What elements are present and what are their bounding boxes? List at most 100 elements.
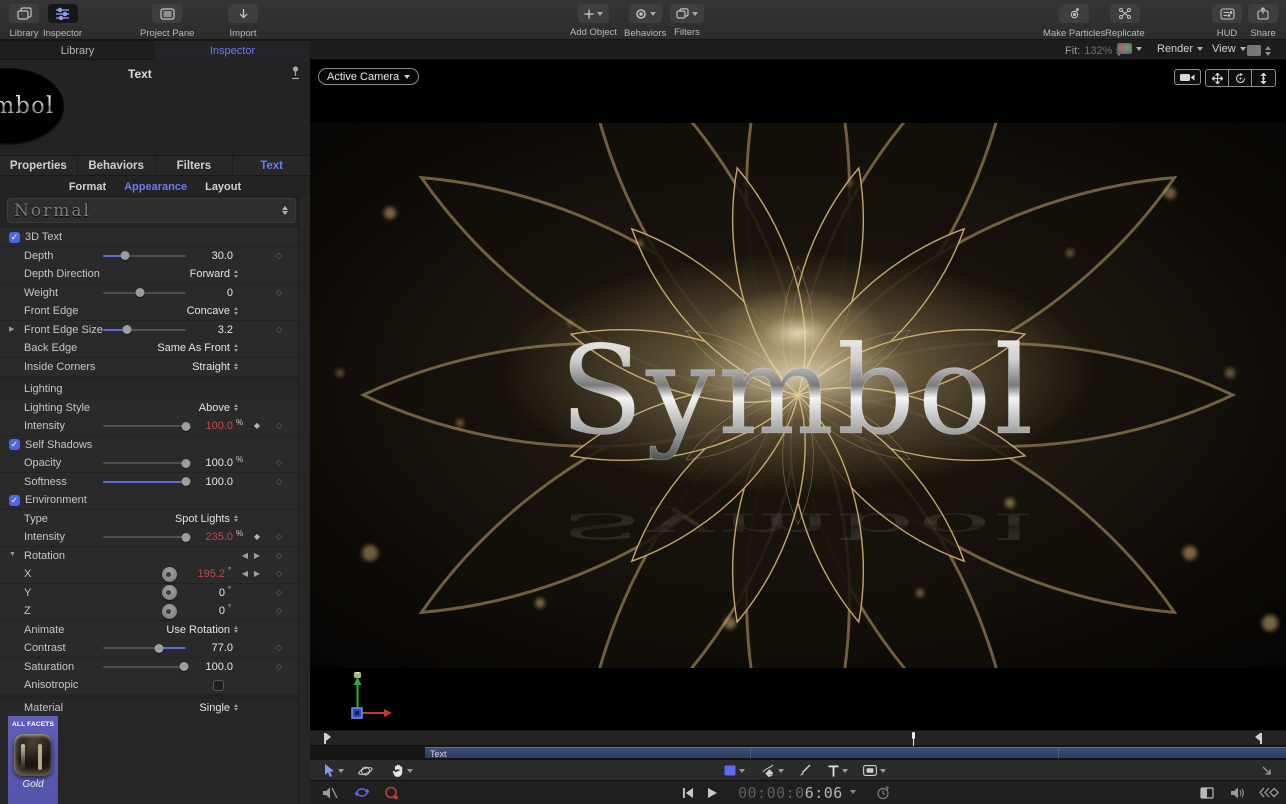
mute-audio-button[interactable] [323,787,338,799]
disclosure-triangle-icon[interactable]: ▼ [9,551,16,558]
panel-scrollbar[interactable] [298,196,310,804]
front-edge-size-value[interactable]: 3.2 [163,324,233,336]
mask-tool[interactable] [863,762,886,779]
text-tool[interactable] [828,762,848,779]
text-style-popup[interactable]: Normal [7,198,296,223]
tab-inspector[interactable]: Inspector [155,41,310,60]
paint-stroke-tool[interactable] [799,762,811,779]
keyframe-diamond-icon[interactable]: ◇ [276,458,282,467]
share-button[interactable]: Share [1248,4,1278,39]
tab-filters[interactable]: Filters [156,156,234,175]
project-pane-button[interactable]: Project Pane [140,4,194,39]
3d-text-checkbox[interactable]: ✓ [9,231,20,243]
record-button[interactable] [384,786,399,800]
dolly-camera-button[interactable] [1252,70,1275,86]
keyframe-animated-icon[interactable]: ◆ [254,421,260,430]
keyframe-diamond-icon[interactable]: ◇ [276,477,282,486]
timecode-display[interactable]: 00:00:0 6:06 [738,784,843,802]
layout-popup[interactable] [1247,43,1271,59]
text-layer-bar[interactable]: Text [425,747,1286,759]
animate-popup[interactable]: Use Rotation [166,624,238,636]
saturation-value[interactable]: 100.0 [163,661,233,673]
keyframe-animated-icon[interactable]: ◆ [254,532,260,541]
hud-button[interactable]: HUD [1212,4,1242,39]
orbit-camera-button[interactable] [1229,70,1252,86]
timecode-menu-chevron[interactable] [850,790,856,797]
env-type-popup[interactable]: Spot Lights [175,513,238,525]
keyframe-diamond-icon[interactable]: ◇ [276,288,282,297]
subtab-format[interactable]: Format [69,181,106,193]
replicate-button[interactable]: Replicate [1105,4,1145,39]
3d-axis-widget[interactable] [338,672,398,722]
back-edge-popup[interactable]: Same As Front [157,342,238,354]
env-intensity-value[interactable]: 235.0 [163,531,233,543]
keyframe-diamond-icon[interactable]: ◇ [276,551,282,560]
inside-corners-popup[interactable]: Straight [192,361,238,373]
tab-library[interactable]: Library [0,41,155,60]
keyframe-diamond-icon[interactable]: ◇ [276,421,282,430]
depth-value[interactable]: 30.0 [163,250,233,262]
add-object-button[interactable]: Add Object [570,4,617,38]
keyframe-diamond-icon[interactable]: ◇ [276,588,282,597]
next-keyframe-icon[interactable]: ▶ [254,551,260,560]
filters-button[interactable]: Filters [670,4,704,38]
keyframe-diamond-icon[interactable]: ◇ [276,325,282,334]
pan-hand-tool[interactable] [392,762,413,779]
front-edge-popup[interactable]: Concave [187,305,238,317]
bezier-pen-tool[interactable] [762,762,784,779]
keyframe-diamond-icon[interactable]: ◇ [276,532,282,541]
material-popup[interactable]: Single [199,702,238,714]
import-button[interactable]: Import [228,4,258,39]
keyframe-diamond-icon[interactable]: ◇ [276,606,282,615]
playhead[interactable] [912,732,915,746]
show-timeline-button[interactable] [1200,787,1214,799]
rotation-z-value[interactable]: 0 [155,605,225,617]
rotation-x-value[interactable]: 195.2 [155,568,225,580]
render-menu[interactable]: Render [1157,43,1204,55]
prev-keyframe-icon[interactable]: ◀ [242,569,248,578]
select-transform-tool[interactable] [324,762,344,779]
fit-control[interactable]: Fit: 132% [1065,43,1123,59]
library-toolbar-button[interactable]: Library [9,4,39,39]
pan-camera-button[interactable] [1206,70,1229,86]
prev-keyframe-icon[interactable]: ◀ [242,551,248,560]
depth-direction-popup[interactable]: Forward [190,268,238,280]
pin-icon[interactable] [291,66,300,80]
opacity-value[interactable]: 100.0 [163,457,233,469]
make-particles-button[interactable]: Make Particles [1043,4,1105,39]
keyframe-diamond-icon[interactable]: ◇ [276,569,282,578]
self-shadows-checkbox[interactable]: ✓ [9,439,20,450]
3d-transform-tool[interactable] [358,762,373,779]
behaviors-button[interactable]: Behaviors [624,4,666,39]
play-button[interactable] [708,788,717,798]
show-keyframe-editor-button[interactable] [1259,787,1279,798]
next-keyframe-icon[interactable]: ▶ [254,569,260,578]
lighting-style-popup[interactable]: Above [199,402,238,414]
environment-checkbox[interactable]: ✓ [9,494,20,506]
fullscreen-icon[interactable] [1262,762,1272,779]
keyframe-diamond-icon[interactable]: ◇ [276,643,282,652]
show-audio-button[interactable] [1231,787,1246,799]
canvas-title-text[interactable]: Symbol [559,320,1037,463]
channels-popup[interactable] [1117,43,1142,54]
inspector-toolbar-button[interactable]: Inspector [43,4,82,39]
weight-value[interactable]: 0 [163,287,233,299]
contrast-value[interactable]: 77.0 [163,642,233,654]
timecode-mode-icon[interactable] [876,786,890,800]
keyframe-diamond-icon[interactable]: ◇ [276,662,282,671]
camera-select-button[interactable] [1174,69,1201,85]
play-range-out-marker[interactable] [1255,733,1262,744]
disclosure-triangle-icon[interactable]: ▶ [9,325,14,333]
camera-menu[interactable]: Active Camera [318,68,420,85]
material-swatch-gold[interactable]: ALL FACETS Gold [8,716,58,804]
viewport[interactable]: Symbol Symbol Active Camera [310,60,1286,730]
rotation-y-value[interactable]: 0 [155,587,225,599]
tab-behaviors[interactable]: Behaviors [78,156,156,175]
subtab-appearance[interactable]: Appearance [124,181,187,193]
tab-text[interactable]: Text [233,156,310,175]
lighting-intensity-value[interactable]: 100.0 [163,420,233,432]
subtab-layout[interactable]: Layout [205,181,241,193]
view-menu[interactable]: View [1212,43,1246,55]
rectangle-tool[interactable] [724,762,745,779]
mini-timeline-scrubber[interactable] [310,730,1286,746]
